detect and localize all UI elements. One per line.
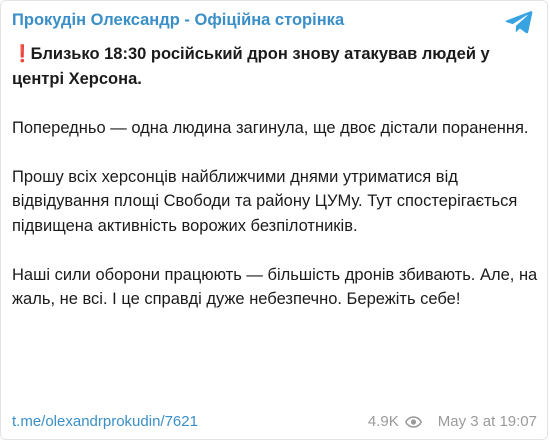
post-meta: 4.9K May 3 at 19:07 [368, 411, 537, 433]
telegram-post-card: Прокудін Олександр - Офіційна сторінка ❗… [0, 0, 548, 440]
telegram-logo-icon[interactable] [505, 10, 533, 34]
post-header: Прокудін Олександр - Офіційна сторінка [12, 9, 497, 31]
view-count: 4.9K [367, 413, 399, 430]
post-paragraph: Наші сили оборони працюють — більшість д… [12, 265, 538, 309]
post-body: ❗ Близько 18:30 російський дрон знову ат… [12, 42, 542, 312]
headline-text: Близько 18:30 російський дрон знову атак… [12, 45, 490, 88]
post-date[interactable]: May 3 at 19:07 [438, 411, 537, 433]
channel-name-link[interactable]: Прокудін Олександр - Офіційна сторінка [12, 9, 497, 31]
eye-icon [404, 416, 422, 428]
post-link[interactable]: t.me/olexandrprokudin/7621 [12, 411, 198, 433]
post-paragraph: Прошу всіх херсонців найближчими днями у… [12, 167, 518, 235]
post-footer: t.me/olexandrprokudin/7621 4.9K May 3 at… [12, 411, 537, 433]
exclamation-icon: ❗ [12, 45, 33, 63]
post-paragraph: Попередньо — одна людина загинула, ще дв… [12, 118, 529, 137]
post-headline: ❗ Близько 18:30 російський дрон знову ат… [12, 42, 542, 91]
